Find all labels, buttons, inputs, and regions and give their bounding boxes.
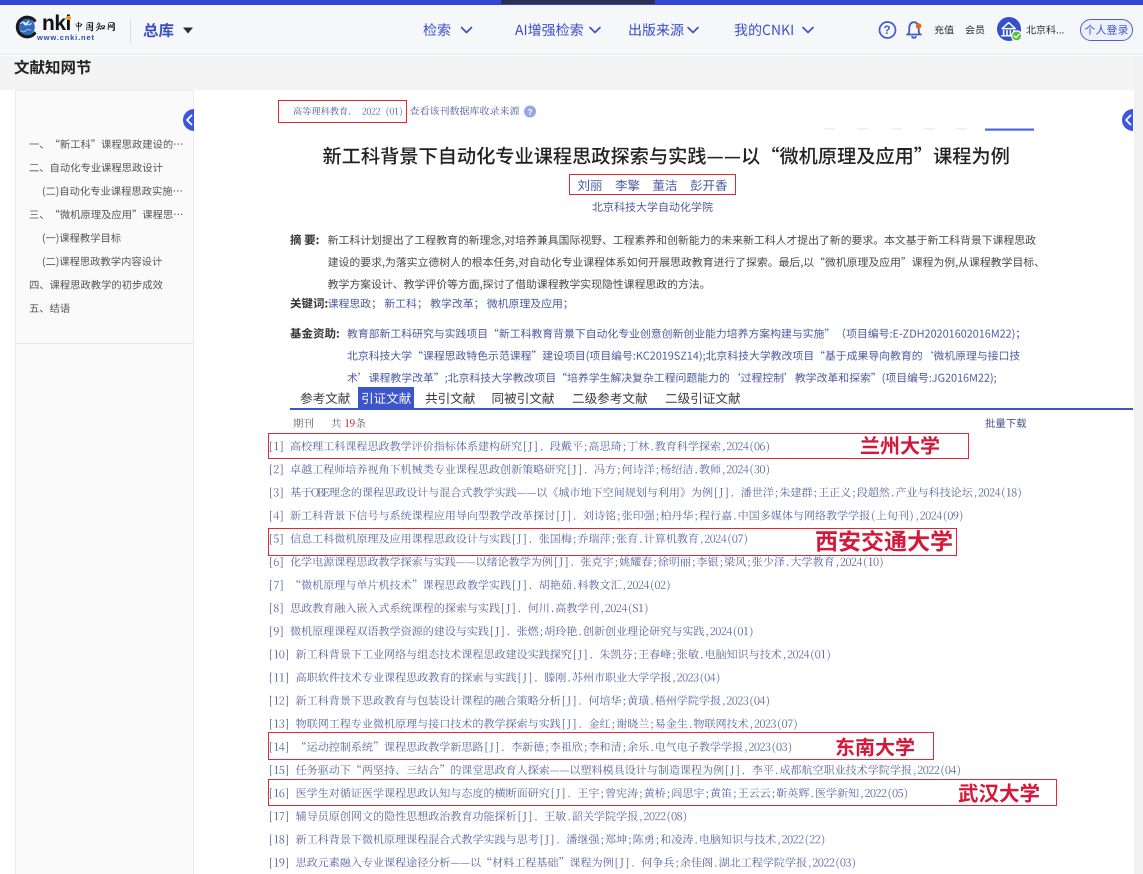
- svg-text:?: ?: [883, 25, 890, 37]
- svg-text:?: ?: [527, 107, 532, 117]
